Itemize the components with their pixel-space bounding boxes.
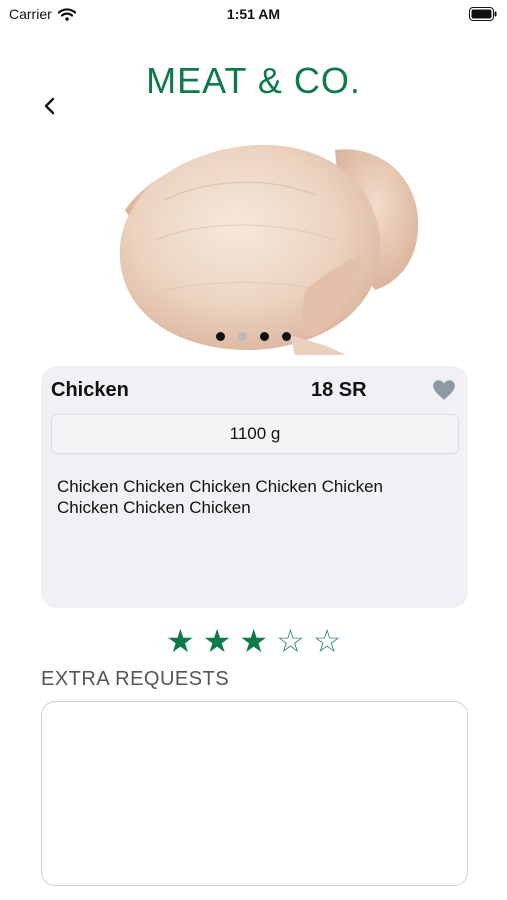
- product-description: Chicken Chicken Chicken Chicken Chicken …: [57, 477, 383, 517]
- star-empty-icon[interactable]: ☆: [276, 623, 305, 659]
- battery-icon: [469, 7, 497, 21]
- page-indicator[interactable]: [0, 332, 507, 341]
- weight-selector[interactable]: 1100 g: [51, 414, 459, 454]
- product-price: 18 SR: [311, 379, 367, 401]
- page-dot[interactable]: [260, 332, 269, 341]
- product-name: Chicken: [51, 379, 129, 401]
- extra-requests-label: EXTRA REQUESTS: [41, 668, 230, 690]
- status-bar: Carrier 1:51 AM: [0, 0, 507, 30]
- product-image: [119, 144, 419, 355]
- star-filled-icon[interactable]: ★: [203, 623, 232, 659]
- star-filled-icon[interactable]: ★: [239, 623, 268, 659]
- product-card: Chicken 18 SR 1100 g Chicken Chicken Chi…: [41, 366, 468, 608]
- star-empty-icon[interactable]: ☆: [313, 623, 342, 659]
- favorite-button[interactable]: [431, 377, 457, 403]
- page-dot[interactable]: [216, 332, 225, 341]
- star-filled-icon[interactable]: ★: [166, 623, 195, 659]
- extra-requests-input[interactable]: [41, 701, 468, 886]
- heart-icon: [433, 380, 455, 400]
- page-dot-current[interactable]: [238, 332, 247, 341]
- product-image-carousel[interactable]: [105, 140, 423, 355]
- page-dot[interactable]: [282, 332, 291, 341]
- status-time: 1:51 AM: [226, 6, 281, 22]
- rating-stars[interactable]: ★ ★ ★ ☆ ☆: [166, 623, 341, 659]
- page-title: MEAT & CO.: [146, 60, 361, 101]
- weight-value: 1100 g: [229, 424, 281, 443]
